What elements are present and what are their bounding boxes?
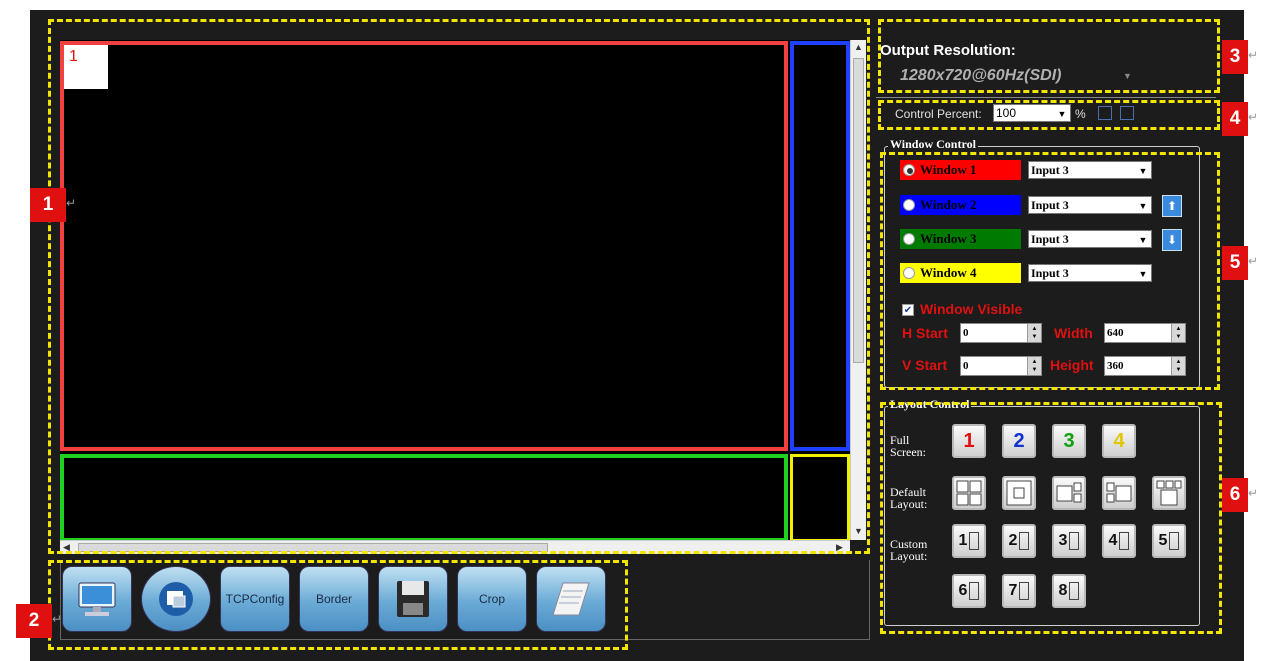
- window-control-title: Window Control: [888, 137, 978, 152]
- region-6-outline: [880, 402, 1222, 634]
- callout-5: 5: [1222, 246, 1248, 280]
- callout-3: 3: [1222, 40, 1248, 74]
- callout-1-return-mark: ↵: [66, 196, 77, 210]
- divider: [876, 97, 1216, 98]
- callout-4: 4: [1222, 102, 1248, 136]
- region-1-outline: [48, 19, 870, 554]
- callout-2-return-mark: ↵: [52, 612, 63, 626]
- region-2-outline: [48, 560, 628, 650]
- callout-2: 2: [16, 604, 52, 638]
- callout-6: 6: [1222, 478, 1248, 512]
- region-4-outline: [878, 100, 1220, 130]
- callout-1: 1: [30, 188, 66, 222]
- callout-3-return-mark: ↵: [1248, 48, 1259, 62]
- callout-4-return-mark: ↵: [1248, 110, 1259, 124]
- region-5-outline: [880, 152, 1220, 390]
- callout-5-return-mark: ↵: [1248, 254, 1259, 268]
- region-3-outline: [878, 19, 1220, 93]
- callout-6-return-mark: ↵: [1248, 486, 1259, 500]
